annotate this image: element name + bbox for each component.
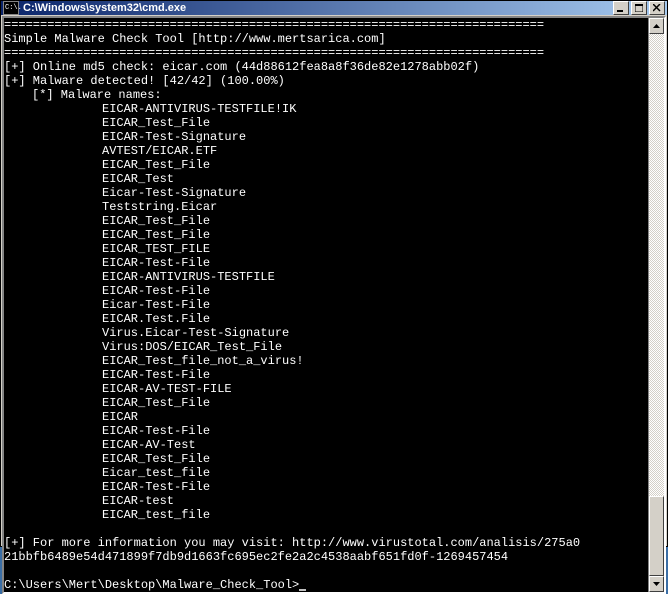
console-output[interactable]: ========================================… bbox=[4, 18, 648, 592]
console-line: EICAR_Test bbox=[4, 172, 648, 186]
console-line: EICAR.Test.File bbox=[4, 312, 648, 326]
cursor bbox=[299, 589, 306, 591]
console-line: EICAR-ANTIVIRUS-TESTFILE!IK bbox=[4, 102, 648, 116]
client-area: ========================================… bbox=[2, 16, 666, 594]
console-line: [+] Malware detected! [42/42] (100.00%) bbox=[4, 74, 648, 88]
console-line: EICAR_Test_File bbox=[4, 214, 648, 228]
console-line: ========================================… bbox=[4, 46, 648, 60]
console-line: EICAR-Test-File bbox=[4, 368, 648, 382]
console-line: [+] Online md5 check: eicar.com (44d8861… bbox=[4, 60, 648, 74]
window-title: C:\Windows\system32\cmd.exe bbox=[23, 2, 613, 14]
maximize-button[interactable] bbox=[631, 1, 647, 15]
console-line bbox=[4, 522, 648, 536]
console-line: Teststring.Eicar bbox=[4, 200, 648, 214]
vertical-scrollbar[interactable] bbox=[648, 18, 664, 592]
console-line: [*] Malware names: bbox=[4, 88, 648, 102]
window-controls bbox=[613, 1, 665, 15]
console-line: EICAR_Test_File bbox=[4, 228, 648, 242]
console-line: EICAR_Test_File bbox=[4, 452, 648, 466]
console-line: EICAR_Test_File bbox=[4, 116, 648, 130]
console-line: Virus.Eicar-Test-Signature bbox=[4, 326, 648, 340]
minimize-button[interactable] bbox=[613, 1, 629, 15]
console-line: AVTEST/EICAR.ETF bbox=[4, 144, 648, 158]
console-line: 21bbfb6489e54d471899f7db9d1663fc695ec2fe… bbox=[4, 550, 648, 564]
console-line: EICAR_Test_File bbox=[4, 158, 648, 172]
console-line: Virus:DOS/EICAR_Test_File bbox=[4, 340, 648, 354]
close-button[interactable] bbox=[649, 1, 665, 15]
console-line: Simple Malware Check Tool [http://www.me… bbox=[4, 32, 648, 46]
scroll-down-button[interactable] bbox=[649, 576, 664, 592]
scroll-track[interactable] bbox=[649, 34, 664, 576]
console-line: EICAR-Test-File bbox=[4, 480, 648, 494]
console-line: EICAR-AV-Test bbox=[4, 438, 648, 452]
console-line: EICAR_Test_File bbox=[4, 396, 648, 410]
console-line: EICAR-ANTIVIRUS-TESTFILE bbox=[4, 270, 648, 284]
console-line: EICAR bbox=[4, 410, 648, 424]
console-line: EICAR-Test-File bbox=[4, 256, 648, 270]
console-line: EICAR-Test-File bbox=[4, 424, 648, 438]
titlebar[interactable]: C:\. C:\Windows\system32\cmd.exe bbox=[1, 1, 667, 15]
console-line: EICAR-test bbox=[4, 494, 648, 508]
console-line: ========================================… bbox=[4, 18, 648, 32]
console-line: EICAR_TEST_FILE bbox=[4, 242, 648, 256]
console-line: Eicar-Test-Signature bbox=[4, 186, 648, 200]
app-icon: C:\. bbox=[3, 1, 19, 15]
console-line: EICAR-AV-TEST-FILE bbox=[4, 382, 648, 396]
console-line: EICAR_Test_file_not_a_virus! bbox=[4, 354, 648, 368]
console-line: EICAR_test_file bbox=[4, 508, 648, 522]
scroll-up-button[interactable] bbox=[649, 18, 664, 34]
console-line: Eicar-Test-File bbox=[4, 298, 648, 312]
prompt-line: C:\Users\Mert\Desktop\Malware_Check_Tool… bbox=[4, 578, 648, 592]
console-line: EICAR-Test-Signature bbox=[4, 130, 648, 144]
console-line: [+] For more information you may visit: … bbox=[4, 536, 648, 550]
console-line: Eicar_test_file bbox=[4, 466, 648, 480]
console-line: EICAR-Test-File bbox=[4, 284, 648, 298]
cmd-window: C:\. C:\Windows\system32\cmd.exe =======… bbox=[0, 0, 668, 547]
console-line bbox=[4, 564, 648, 578]
scroll-thumb[interactable] bbox=[649, 496, 664, 576]
